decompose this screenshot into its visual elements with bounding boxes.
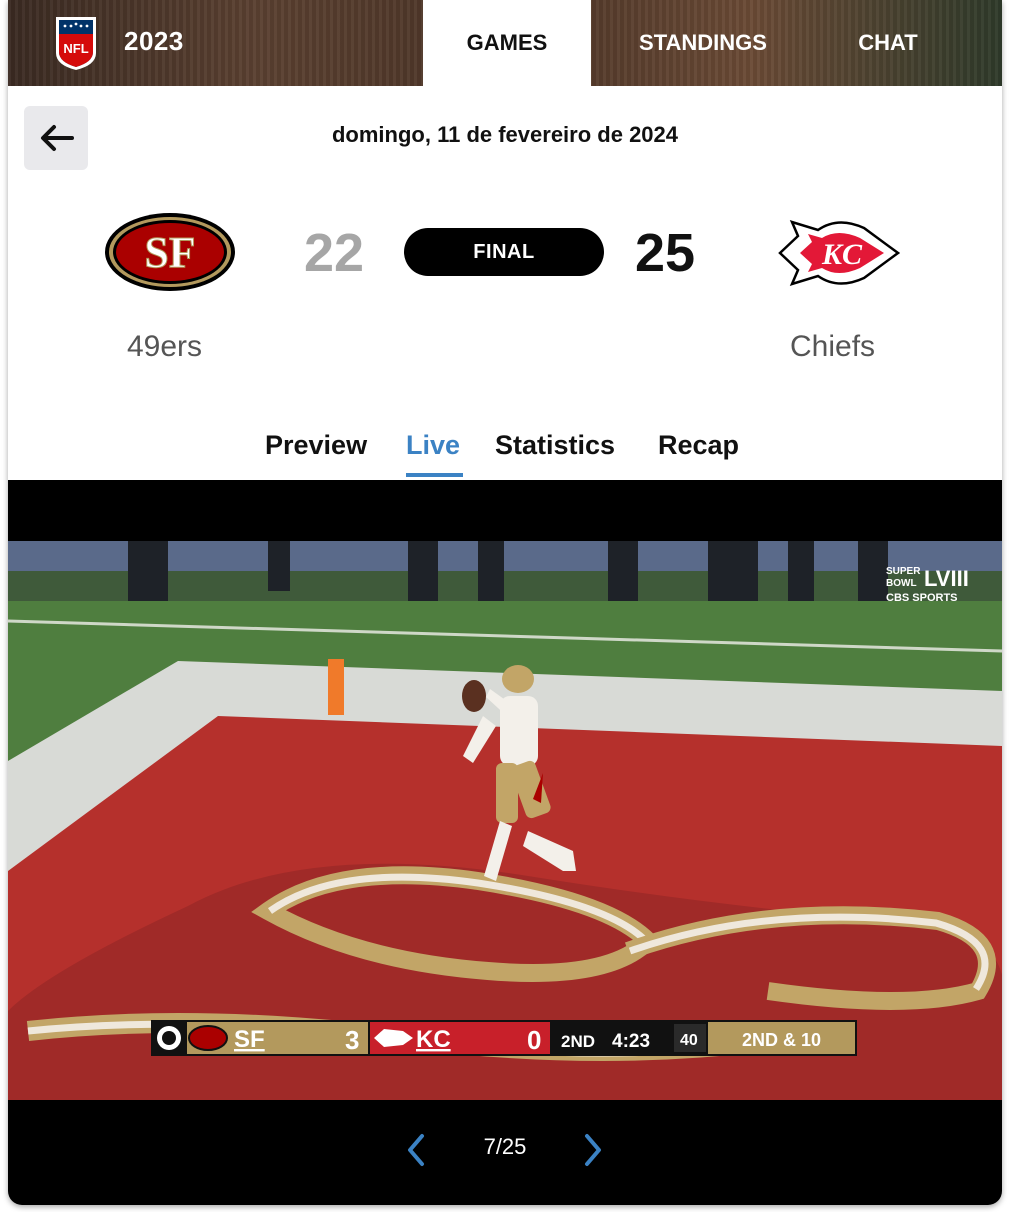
svg-text:CBS SPORTS: CBS SPORTS: [886, 592, 958, 604]
svg-text:4:23: 4:23: [612, 1031, 650, 1052]
svg-text:2ND & 10: 2ND & 10: [742, 1030, 821, 1050]
game-header: domingo, 11 de fevereiro de 2024 SF 22 F…: [8, 86, 1002, 480]
svg-text:LVIII: LVIII: [924, 566, 969, 591]
tv-scorebug: SF 3 KC 0 2ND 4:23 40 2ND & 10: [151, 1020, 857, 1056]
chevron-right-icon[interactable]: [578, 1130, 608, 1170]
nfl-logo-icon: NFL: [56, 17, 96, 70]
away-team-name: 49ers: [127, 330, 203, 363]
svg-text:SF: SF: [144, 228, 195, 277]
active-tab-indicator: [406, 473, 463, 477]
game-status-badge: FINAL: [404, 228, 604, 276]
game-subtabs: Preview Live Statistics Recap: [8, 430, 1002, 480]
tab-statistics[interactable]: Statistics: [495, 430, 615, 461]
49ers-logo-icon: SF: [105, 213, 235, 291]
game-date: domingo, 11 de fevereiro de 2024: [331, 122, 679, 147]
tab-games[interactable]: GAMES: [423, 0, 591, 86]
tab-recap[interactable]: Recap: [658, 430, 739, 461]
pager-count: 7/25: [483, 1134, 527, 1159]
home-score: 25: [635, 223, 696, 283]
svg-text:3: 3: [345, 1025, 359, 1055]
app-window: NFL 2023 GAMES STANDINGS CHAT domingo, 1…: [8, 0, 1002, 1205]
live-video-frame[interactable]: SUPER BOWL LVIII CBS SPORTS SF 3 KC 0 2N…: [8, 541, 1002, 1100]
season-label: 2023: [124, 26, 184, 56]
video-still-image: SUPER BOWL LVIII CBS SPORTS SF 3 KC 0 2N…: [8, 541, 1002, 1100]
svg-text:KC: KC: [416, 1026, 451, 1053]
broadcast-watermark: SUPER BOWL LVIII CBS SPORTS: [886, 566, 969, 604]
svg-text:0: 0: [527, 1025, 541, 1055]
svg-text:BOWL: BOWL: [886, 578, 917, 589]
top-bar: NFL 2023 GAMES STANDINGS CHAT: [8, 0, 1002, 86]
svg-text:40: 40: [680, 1032, 698, 1049]
media-pager: 7/25: [8, 1120, 1002, 1180]
svg-text:KC: KC: [821, 238, 863, 271]
tab-live[interactable]: Live: [406, 430, 460, 461]
tab-preview[interactable]: Preview: [265, 430, 367, 461]
tab-chat[interactable]: CHAT: [838, 0, 938, 86]
away-score: 22: [304, 223, 365, 283]
chiefs-logo-icon: KC: [778, 220, 900, 286]
tab-standings[interactable]: STANDINGS: [618, 0, 788, 86]
home-team-name: Chiefs: [790, 330, 876, 363]
svg-text:SF: SF: [234, 1026, 265, 1053]
svg-text:2ND: 2ND: [561, 1032, 595, 1051]
svg-text:NFL: NFL: [63, 41, 88, 56]
svg-text:SUPER: SUPER: [886, 566, 921, 577]
